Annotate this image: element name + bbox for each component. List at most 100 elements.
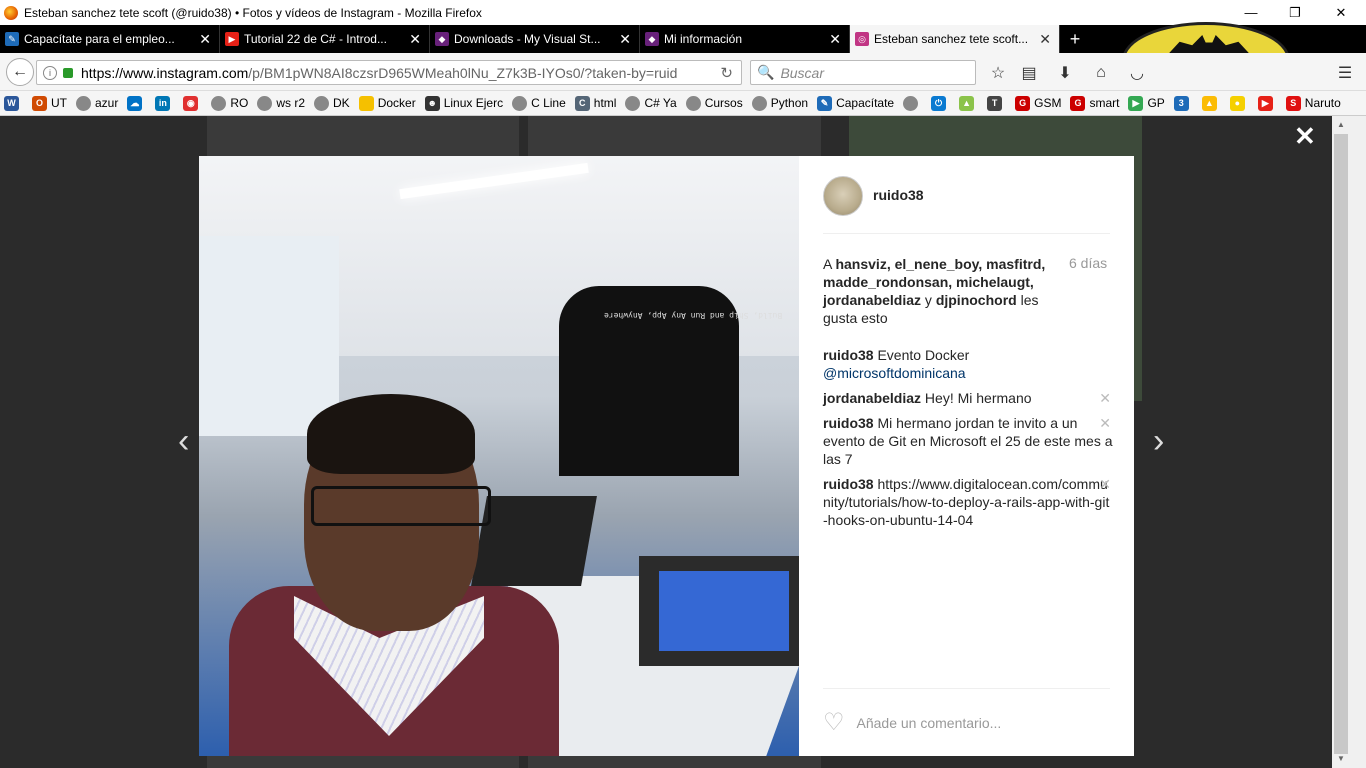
page-scrollbar[interactable]: ▲ ▼ bbox=[1332, 116, 1366, 768]
like-heart-icon[interactable]: ♡ bbox=[823, 710, 845, 735]
scroll-up-icon[interactable]: ▲ bbox=[1334, 120, 1348, 129]
bookmark-docker[interactable]: Docker bbox=[358, 95, 416, 111]
tab-close-icon[interactable]: ✕ bbox=[619, 31, 631, 48]
bookmark-android[interactable]: ▲ bbox=[959, 95, 978, 111]
tab-capacitate[interactable]: ✎ Capacítate para el empleo... ✕ bbox=[0, 25, 220, 53]
delete-comment-icon[interactable]: ✕ bbox=[1099, 475, 1111, 493]
bookmark-c-line[interactable]: C Line bbox=[512, 95, 566, 111]
bookmark-label: ws r2 bbox=[276, 96, 306, 110]
t-icon: T bbox=[987, 95, 1003, 111]
bookmark-csharp-ya[interactable]: C# Ya bbox=[625, 95, 677, 111]
comment-user[interactable]: ruido38 bbox=[823, 415, 874, 431]
visual-studio-icon: ◆ bbox=[645, 32, 659, 46]
gsm-icon: G bbox=[1015, 95, 1031, 111]
search-placeholder: Buscar bbox=[780, 64, 825, 81]
delete-comment-icon[interactable]: ✕ bbox=[1099, 414, 1111, 432]
comment-item: ruido38 https://www.digitalocean.com/com… bbox=[823, 475, 1113, 529]
bookmark-smart[interactable]: Gsmart bbox=[1070, 95, 1119, 111]
bookmark-idea[interactable]: ● bbox=[1229, 95, 1249, 111]
download-icon[interactable]: ⬇ bbox=[1054, 62, 1076, 84]
tab-close-icon[interactable]: ✕ bbox=[199, 31, 211, 48]
menu-icon[interactable]: ☰ bbox=[1334, 62, 1356, 84]
lock-icon[interactable] bbox=[63, 67, 73, 78]
bookmark-t[interactable]: T bbox=[987, 95, 1006, 111]
comment-footer: ♡ Añade un comentario... bbox=[823, 688, 1110, 756]
background-photo bbox=[207, 116, 519, 156]
bookmark-linkedin[interactable]: in bbox=[155, 95, 174, 111]
tab-close-icon[interactable]: ✕ bbox=[829, 31, 841, 48]
bookmark-word[interactable]: W bbox=[4, 95, 23, 111]
bookmark-gp[interactable]: ▶ GP bbox=[1128, 95, 1165, 111]
bookmark-azur[interactable]: azur bbox=[76, 95, 118, 111]
tab-label: Mi información bbox=[664, 32, 743, 46]
bookmark-label: Cursos bbox=[704, 96, 743, 110]
new-tab-button[interactable]: + bbox=[1060, 25, 1090, 53]
bookmark-linux-ejerc[interactable]: ☻ Linux Ejerc bbox=[424, 95, 503, 111]
reading-list-icon[interactable]: ▤ bbox=[1018, 62, 1040, 84]
bookmark-ut[interactable]: O UT bbox=[32, 95, 67, 111]
reload-icon[interactable]: ↻ bbox=[720, 64, 733, 82]
comment-user[interactable]: jordanabeldiaz bbox=[823, 390, 921, 406]
bookmark-ro[interactable]: RO bbox=[211, 95, 249, 111]
post-username[interactable]: ruido38 bbox=[873, 187, 924, 203]
info-icon[interactable]: i bbox=[43, 65, 57, 80]
globe-icon bbox=[314, 95, 330, 111]
tab-label: Capacítate para el empleo... bbox=[24, 32, 175, 46]
post-time[interactable]: 6 días bbox=[1069, 255, 1107, 271]
bookmark-app[interactable]: ◉ bbox=[183, 95, 202, 111]
comment-mention[interactable]: @microsoftdominicana bbox=[823, 365, 966, 381]
bookmark-capacitate[interactable]: ✎ Capacítate bbox=[817, 95, 894, 111]
comment-user[interactable]: ruido38 bbox=[823, 476, 874, 492]
gsm-icon: G bbox=[1070, 95, 1086, 111]
bookmark-misc-2[interactable]: ⏻ bbox=[931, 95, 950, 111]
add-comment-input[interactable]: Añade un comentario... bbox=[857, 715, 1002, 731]
bookmark-onedrive[interactable]: ☁ bbox=[127, 95, 146, 111]
globe-icon bbox=[512, 95, 528, 111]
comment-user[interactable]: ruido38 bbox=[823, 347, 874, 363]
comment-text: Hey! Mi hermano bbox=[924, 390, 1032, 406]
url-bar[interactable]: i https://www.instagram.com/p/BM1pWN8AI8… bbox=[36, 60, 742, 85]
pocket-icon[interactable]: ◡ bbox=[1126, 62, 1148, 84]
tab-tutorial-csharp[interactable]: ▶ Tutorial 22 de C# - Introd... ✕ bbox=[220, 25, 430, 53]
restore-button[interactable]: ❐ bbox=[1272, 0, 1318, 25]
bookmark-label: Docker bbox=[377, 96, 416, 110]
bookmark-naruto[interactable]: S Naruto bbox=[1285, 95, 1341, 111]
previous-post-icon[interactable]: ‹ bbox=[178, 424, 189, 458]
tab-mi-informacion[interactable]: ◆ Mi información ✕ bbox=[640, 25, 850, 53]
bookmark-python[interactable]: Python bbox=[751, 95, 808, 111]
globe-icon bbox=[903, 95, 919, 111]
likes-summary: A hansviz, el_nene_boy, masfitrd, madde_… bbox=[823, 255, 1053, 327]
post-photo[interactable]: Build, Ship and Run Any App, Anywhere bbox=[199, 156, 799, 756]
bookmark-gsm[interactable]: G GSM bbox=[1015, 95, 1061, 111]
likes-last-user[interactable]: djpinochord bbox=[936, 292, 1017, 308]
bookmark-misc-3[interactable]: 3 bbox=[1173, 95, 1193, 111]
scroll-thumb[interactable] bbox=[1334, 134, 1348, 754]
bookmark-cursos[interactable]: Cursos bbox=[685, 95, 743, 111]
bookmark-youtube[interactable]: ▶ bbox=[1257, 95, 1277, 111]
bookmark-misc-1[interactable] bbox=[903, 95, 922, 111]
minimize-button[interactable]: — bbox=[1228, 0, 1274, 25]
post-header: ruido38 bbox=[823, 176, 1110, 234]
back-button[interactable]: ← bbox=[6, 58, 34, 86]
avatar[interactable] bbox=[823, 176, 863, 216]
instagram-icon: ◎ bbox=[855, 32, 869, 46]
bookmark-dk[interactable]: DK bbox=[314, 95, 350, 111]
tab-close-icon[interactable]: ✕ bbox=[409, 31, 421, 48]
bookmark-drive[interactable]: ▲ bbox=[1201, 95, 1221, 111]
tab-close-icon[interactable]: ✕ bbox=[1039, 31, 1051, 48]
lightbulb-icon: ● bbox=[1229, 95, 1245, 111]
home-icon[interactable]: ⌂ bbox=[1090, 62, 1112, 84]
tab-instagram[interactable]: ◎ Esteban sanchez tete scoft... ✕ bbox=[850, 25, 1060, 53]
next-post-icon[interactable]: › bbox=[1153, 424, 1164, 458]
bookmark-ws-r2[interactable]: ws r2 bbox=[257, 95, 306, 111]
close-modal-icon[interactable]: ✕ bbox=[1294, 123, 1316, 149]
delete-comment-icon[interactable]: ✕ bbox=[1099, 389, 1111, 407]
word-icon: W bbox=[4, 95, 19, 111]
window-close-button[interactable]: ✕ bbox=[1318, 0, 1364, 25]
bookmark-label: RO bbox=[230, 96, 249, 110]
bookmark-star-icon[interactable]: ☆ bbox=[987, 62, 1009, 84]
scroll-down-icon[interactable]: ▼ bbox=[1334, 754, 1348, 763]
bookmark-html[interactable]: Chtml bbox=[574, 95, 616, 111]
tab-downloads-visual-studio[interactable]: ◆ Downloads - My Visual St... ✕ bbox=[430, 25, 640, 53]
search-input[interactable]: 🔍 Buscar bbox=[750, 60, 976, 85]
